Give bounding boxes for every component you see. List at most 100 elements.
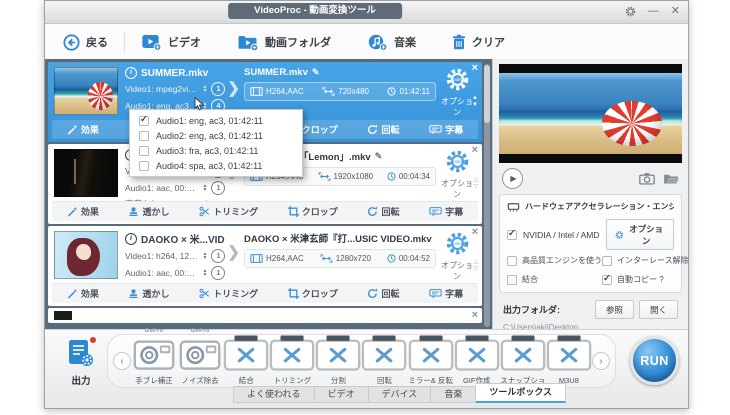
tool-denoise[interactable]: GoPro ノイズ除去 <box>177 328 223 385</box>
tab-music[interactable]: 音楽 <box>431 386 476 403</box>
gear-icon <box>615 230 624 240</box>
close-icon[interactable]: × <box>472 62 478 75</box>
rotate-button[interactable]: 回転 <box>367 123 399 136</box>
tab-device[interactable]: デバイス <box>369 386 432 403</box>
tool-stabilization[interactable]: GoPro 手ブレ補正 <box>131 328 177 385</box>
deinterlace-checkbox[interactable]: インターレース解除 <box>602 255 689 266</box>
add-music-button[interactable]: 音楽 <box>361 30 422 55</box>
snapshot-camera-icon[interactable] <box>639 172 655 185</box>
row-reorder-arrows[interactable]: △▽ <box>473 177 478 190</box>
rename-pencil-icon[interactable]: ✎ <box>312 67 320 78</box>
tool-trim[interactable]: トリミング <box>269 328 315 385</box>
rotate-button[interactable]: 回転 <box>367 287 399 300</box>
output-folder-row: 出力フォルダ: 参照 開く <box>503 300 678 319</box>
video-row-daoko[interactable]: × i DAOKO × 米...VIDEO.mp4 Video1: h264, … <box>48 226 482 306</box>
tab-frequently-used[interactable]: よく使われる <box>233 386 315 403</box>
audio-option-2[interactable]: Audio2: eng, ac3, 01:42:11 <box>130 128 302 143</box>
close-icon[interactable]: ✕ <box>671 4 680 18</box>
track-spinner[interactable]: ▲▼ <box>202 85 207 94</box>
merge-checkbox[interactable]: 結合 <box>507 274 602 285</box>
row-reorder-arrows[interactable]: ▲▼ <box>472 95 478 108</box>
watermark-button[interactable]: 透かし <box>128 205 169 218</box>
options-label[interactable]: オプション <box>438 178 476 200</box>
chip-icon <box>507 202 520 212</box>
browse-button[interactable]: 参照 <box>595 300 634 319</box>
open-folder-icon[interactable] <box>663 172 679 185</box>
options-label[interactable]: オプション <box>438 260 476 282</box>
resolution-icon <box>320 254 333 263</box>
scrollbar-thumb[interactable] <box>484 65 490 123</box>
preview-player[interactable] <box>499 64 682 163</box>
add-video-folder-button[interactable]: 動画フォルダ <box>231 30 337 55</box>
auto-copy-checkbox[interactable]: 自動コピー ? <box>602 274 689 285</box>
high-quality-engine-checkbox[interactable]: 高品質エンジンを使う <box>507 255 602 266</box>
close-icon[interactable]: × <box>472 144 478 157</box>
clear-button[interactable]: クリア <box>446 30 511 54</box>
close-icon[interactable]: × <box>472 226 478 239</box>
tool-m3u8[interactable]: M3U8 <box>546 328 592 385</box>
duration-clock-icon <box>387 254 396 263</box>
crop-button[interactable]: クロップ <box>288 287 338 300</box>
hw-options-button[interactable]: オプション <box>606 219 674 250</box>
track-spinner[interactable]: ▲▼ <box>202 252 207 261</box>
duration-clock-icon <box>387 172 396 181</box>
tab-toolbox[interactable]: ツールボックス <box>476 383 566 403</box>
output-folder-label: 出力フォルダ: <box>503 303 560 316</box>
codec-options-button[interactable]: codec <box>445 67 470 92</box>
audio-option-4[interactable]: Audio4: spa, ac3, 01:42:11 <box>130 158 302 173</box>
effect-button[interactable]: 効果 <box>67 205 99 218</box>
tool-merge[interactable]: 結合 <box>223 328 269 385</box>
scroll-right-icon[interactable]: › <box>592 352 610 370</box>
info-icon[interactable]: i <box>125 67 137 79</box>
rotate-icon <box>367 124 378 135</box>
watermark-button[interactable]: 透かし <box>128 287 169 300</box>
close-icon[interactable]: × <box>472 309 478 322</box>
output-label: 出力 <box>59 373 103 387</box>
subtitle-button[interactable]: 字幕 <box>429 205 463 218</box>
play-button[interactable]: ▶ <box>502 168 523 189</box>
effect-button[interactable]: 効果 <box>67 123 99 136</box>
options-label[interactable]: オプション <box>438 96 476 118</box>
parasol-graphic <box>88 82 113 111</box>
rotate-button[interactable]: 回転 <box>367 205 399 218</box>
trim-button[interactable]: トリミング <box>199 287 258 300</box>
row-reorder-arrows[interactable]: △▽ <box>473 259 478 272</box>
scissors-icon <box>199 288 210 299</box>
track-count-badge: 1 <box>211 181 225 195</box>
tool-icon <box>315 334 361 372</box>
tool-split[interactable]: 分割 <box>315 328 361 385</box>
add-video-button[interactable]: ビデオ <box>135 30 207 55</box>
effect-button[interactable]: 効果 <box>67 287 99 300</box>
back-button[interactable]: 戻る <box>57 30 114 55</box>
tool-icon <box>223 334 269 372</box>
audio-option-3[interactable]: Audio3: fra, ac3, 01:42:11 <box>130 143 302 158</box>
settings-gear-icon[interactable] <box>625 6 636 17</box>
output-profile[interactable]: 出力 <box>59 339 103 387</box>
rename-pencil-icon[interactable]: ✎ <box>375 151 383 162</box>
open-button[interactable]: 開く <box>639 300 678 319</box>
video-row-partial[interactable]: × <box>48 308 482 323</box>
codec-options-button[interactable]: codec <box>445 231 470 256</box>
tab-video[interactable]: ビデオ <box>315 386 369 403</box>
crop-button[interactable]: クロップ <box>288 205 338 218</box>
audio-option-1[interactable]: Audio1: eng, ac3, 01:42:11 <box>130 113 302 128</box>
subtitle-button[interactable]: 字幕 <box>429 123 463 136</box>
codec-options-button[interactable]: codec <box>445 149 470 174</box>
folder-plus-icon <box>237 34 259 51</box>
track-spinner[interactable]: ▲▼ <box>202 184 207 193</box>
gpu-checkbox[interactable] <box>507 230 517 240</box>
minimize-icon[interactable]: — <box>648 4 659 18</box>
video-thumbnail <box>54 149 118 197</box>
tool-mirror-flip[interactable]: ミラー& 反転 <box>408 328 454 385</box>
subtitle-button[interactable]: 字幕 <box>429 287 463 300</box>
track-spinner[interactable]: ▲▼ <box>202 269 207 278</box>
tool-rotate[interactable]: 回転 <box>361 328 407 385</box>
duration-clock-icon <box>387 87 396 96</box>
trim-button[interactable]: トリミング <box>199 205 258 218</box>
tool-gif-maker[interactable]: GIF作成 <box>454 328 500 385</box>
scroll-left-icon[interactable]: ‹ <box>113 352 131 370</box>
info-icon[interactable]: i <box>125 233 137 245</box>
list-scrollbar[interactable] <box>484 64 490 327</box>
run-button[interactable]: RUN <box>630 336 679 385</box>
wand-icon <box>67 288 78 299</box>
